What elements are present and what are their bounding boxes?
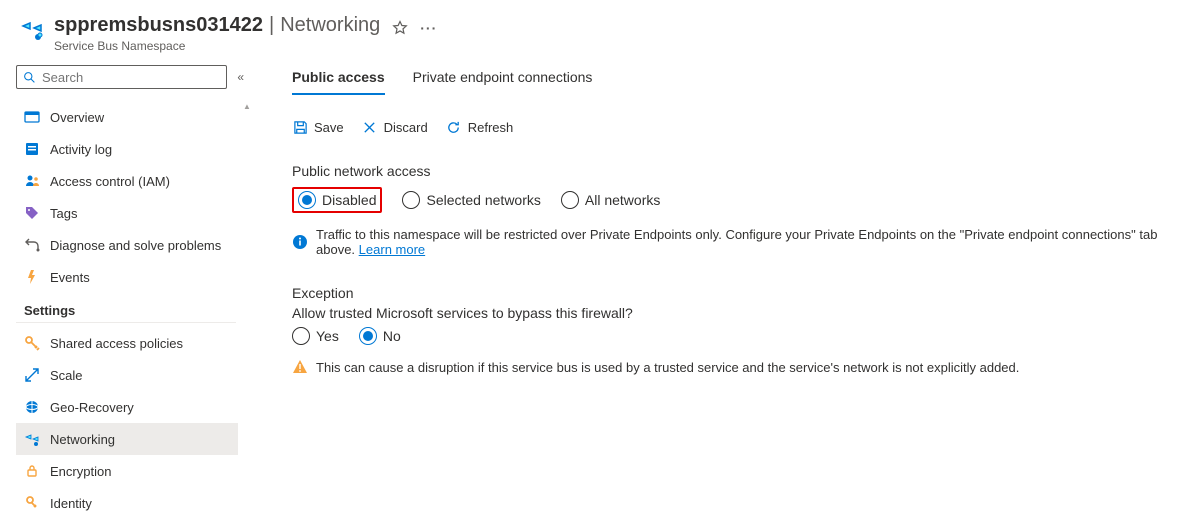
lock-icon <box>24 463 40 479</box>
sidebar-item-diagnose[interactable]: Diagnose and solve problems <box>16 229 238 261</box>
scroll-up-arrow-icon[interactable]: ▲ <box>242 101 252 111</box>
sidebar-item-label: Events <box>50 270 90 285</box>
access-control-icon <box>24 173 40 189</box>
sidebar-item-networking[interactable]: Networking <box>16 423 238 455</box>
sidebar-item-access-control[interactable]: Access control (IAM) <box>16 165 238 197</box>
scale-icon <box>24 367 40 383</box>
warning-message: This can cause a disruption if this serv… <box>292 359 1181 375</box>
sidebar-item-activity-log[interactable]: Activity log <box>16 133 238 165</box>
page-section: Networking <box>280 14 380 37</box>
radio-icon <box>402 191 420 209</box>
learn-more-link[interactable]: Learn more <box>359 242 425 257</box>
tab-private-endpoint-connections[interactable]: Private endpoint connections <box>413 63 593 95</box>
sidebar-item-events[interactable]: Events <box>16 261 238 293</box>
discard-label: Discard <box>384 120 428 135</box>
sidebar-item-label: Shared access policies <box>50 336 183 351</box>
radio-label: Selected networks <box>426 192 540 208</box>
page-header: sppremsbusns031422 | Networking ··· Serv… <box>0 0 1201 57</box>
radio-no[interactable]: No <box>359 327 401 345</box>
tabs: Public access Private endpoint connectio… <box>292 63 1181 95</box>
save-button[interactable]: Save <box>292 119 344 135</box>
public-network-access-radio-group: Disabled Selected networks All networks <box>292 187 1181 213</box>
radio-label: Disabled <box>322 192 376 208</box>
networking-icon <box>24 431 40 447</box>
radio-icon <box>298 191 316 209</box>
discard-icon <box>362 119 378 135</box>
radio-icon <box>561 191 579 209</box>
sidebar-search[interactable] <box>16 65 227 89</box>
search-icon <box>23 71 36 84</box>
sidebar-item-geo-recovery[interactable]: Geo-Recovery <box>16 391 238 423</box>
highlight-disabled-option: Disabled <box>292 187 382 213</box>
info-text: Traffic to this namespace will be restri… <box>316 227 1157 257</box>
sidebar-item-label: Activity log <box>50 142 112 157</box>
diagnose-icon <box>24 237 40 253</box>
favorite-star-icon[interactable] <box>392 20 408 36</box>
warning-text: This can cause a disruption if this serv… <box>316 360 1019 375</box>
events-icon <box>24 269 40 285</box>
sidebar-item-tags[interactable]: Tags <box>16 197 238 229</box>
identity-icon <box>24 495 40 511</box>
info-message: Traffic to this namespace will be restri… <box>292 227 1181 257</box>
overview-icon <box>24 109 40 125</box>
radio-disabled[interactable]: Disabled <box>298 191 376 209</box>
sidebar-group-settings: Settings <box>16 293 236 323</box>
save-icon <box>292 119 308 135</box>
sidebar-item-label: Diagnose and solve problems <box>50 238 221 253</box>
radio-selected-networks[interactable]: Selected networks <box>402 191 540 209</box>
radio-label: All networks <box>585 192 660 208</box>
sidebar-item-encryption[interactable]: Encryption <box>16 455 238 487</box>
sidebar-item-label: Identity <box>50 496 92 511</box>
sidebar-item-shared-access-policies[interactable]: Shared access policies <box>16 327 238 359</box>
sidebar-item-label: Tags <box>50 206 77 221</box>
search-input[interactable] <box>42 70 220 85</box>
sidebar-scrollbar[interactable]: ▲ <box>242 101 252 519</box>
activity-log-icon <box>24 141 40 157</box>
resource-name: sppremsbusns031422 <box>54 14 263 37</box>
exception-label: Exception <box>292 285 1181 301</box>
refresh-label: Refresh <box>468 120 514 135</box>
refresh-button[interactable]: Refresh <box>446 119 514 135</box>
radio-label: No <box>383 328 401 344</box>
sidebar-item-label: Scale <box>50 368 83 383</box>
radio-label: Yes <box>316 328 339 344</box>
warning-icon <box>292 359 308 375</box>
public-network-access-label: Public network access <box>292 163 1181 179</box>
sidebar-item-scale[interactable]: Scale <box>16 359 238 391</box>
save-label: Save <box>314 120 344 135</box>
sidebar-item-label: Access control (IAM) <box>50 174 170 189</box>
sidebar-item-label: Networking <box>50 432 115 447</box>
more-icon[interactable]: ··· <box>420 20 437 36</box>
discard-button[interactable]: Discard <box>362 119 428 135</box>
tab-public-access[interactable]: Public access <box>292 63 385 95</box>
refresh-icon <box>446 119 462 135</box>
key-icon <box>24 335 40 351</box>
collapse-sidebar-icon[interactable]: « <box>237 70 244 84</box>
radio-all-networks[interactable]: All networks <box>561 191 660 209</box>
sidebar-item-overview[interactable]: Overview <box>16 101 238 133</box>
sidebar-item-label: Overview <box>50 110 104 125</box>
sidebar-item-label: Geo-Recovery <box>50 400 134 415</box>
radio-icon <box>359 327 377 345</box>
tags-icon <box>24 205 40 221</box>
sidebar: « Overview Activity log Access control (… <box>0 57 252 519</box>
main-content: Public access Private endpoint connectio… <box>252 57 1201 519</box>
radio-icon <box>292 327 310 345</box>
exception-question: Allow trusted Microsoft services to bypa… <box>292 305 1181 321</box>
page-title: sppremsbusns031422 | Networking ··· <box>54 14 437 37</box>
service-bus-icon <box>20 18 44 42</box>
resource-type: Service Bus Namespace <box>54 39 437 53</box>
sidebar-item-label: Encryption <box>50 464 111 479</box>
radio-yes[interactable]: Yes <box>292 327 339 345</box>
exception-radio-group: Yes No <box>292 327 1181 345</box>
globe-icon <box>24 399 40 415</box>
toolbar: Save Discard Refresh <box>292 119 1181 135</box>
info-icon <box>292 234 308 250</box>
sidebar-item-identity[interactable]: Identity <box>16 487 238 519</box>
